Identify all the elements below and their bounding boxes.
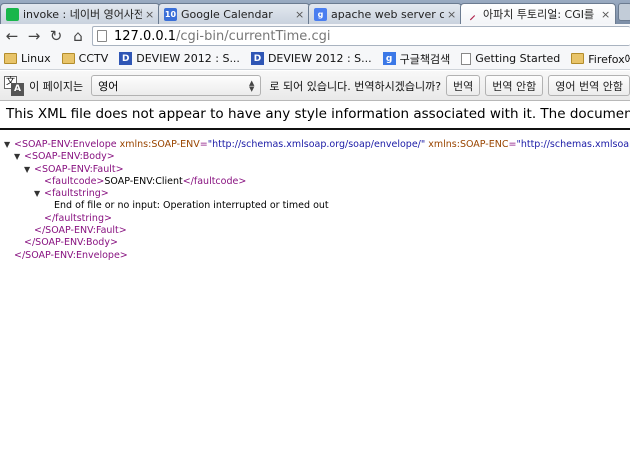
select-arrows-icon: ▲ ▼ [249,78,255,93]
folder-icon [61,53,75,64]
forward-arrow-icon[interactable]: → [23,26,45,46]
tab-google-search[interactable]: g apache web server cgi - G × [308,3,462,24]
xml-line-envelope-open: ▼ <SOAP-ENV:Envelope xmlns:SOAP-ENV="http… [4,139,630,151]
collapse-triangle-icon[interactable]: ▼ [4,139,14,151]
bookmark-label: DEVIEW 2012 : S... [136,52,240,65]
deview-icon: D [250,52,264,65]
navigation-toolbar: ← → ↻ ⌂ 127.0.0.1 /cgi-bin/currentTime.c… [0,24,630,48]
bookmark-linux[interactable]: Linux [0,52,58,65]
divider [0,128,630,130]
xml-tag: <SOAP-ENV:Body> [24,151,115,163]
translate-icon-front: A [11,82,24,96]
home-icon[interactable]: ⌂ [67,26,89,46]
tab-apache-tutorial[interactable]: ⸝ 아파치 투토리얼: CGI를 사용 × [460,3,616,24]
xml-line-faultcode: <faultcode>SOAP-ENV:Client</faultcode> [4,176,630,188]
bookmark-label: Firefox에서 가져... [588,52,630,66]
address-bar[interactable]: 127.0.0.1 /cgi-bin/currentTime.cgi [92,26,630,46]
bookmark-label: Getting Started [475,52,561,65]
xml-tag: <faultstring> [44,188,109,200]
xml-tag: <SOAP-ENV:Envelope [14,139,117,150]
tab-label: 아파치 투토리얼: CGI를 사용 [483,8,598,21]
collapse-triangle-icon[interactable]: ▼ [24,164,34,176]
reload-icon[interactable]: ↻ [45,26,67,46]
bookmarks-bar: Linux CCTV D DEVIEW 2012 : S... D DEVIEW… [0,48,630,70]
xml-attr-name: xmlns:SOAP-ENV [119,139,200,150]
xml-tag: </SOAP-ENV:Envelope> [14,249,128,261]
xml-line-fault-open: ▼ <SOAP-ENV:Fault> [4,164,630,176]
bookmark-deview-2[interactable]: D DEVIEW 2012 : S... [247,52,379,65]
xml-text: SOAP-ENV:Client [104,175,183,187]
xml-line-faultstring-open: ▼ <faultstring> [4,188,630,200]
bookmark-label: CCTV [78,52,109,65]
new-tab-button[interactable] [618,3,630,21]
close-icon[interactable]: × [145,9,155,20]
bookmark-label: Linux [21,52,51,65]
language-select[interactable]: 영어 ▲ ▼ [91,75,262,96]
xml-tag: </SOAP-ENV:Fault> [34,225,127,237]
close-icon[interactable]: × [601,9,611,20]
close-icon[interactable]: × [447,9,457,20]
xml-equals: = [199,139,208,150]
xml-line-envelope-close: </SOAP-ENV:Envelope> [4,250,630,262]
xml-tag: <faultcode> [44,175,105,187]
xml-tree: ▼ <SOAP-ENV:Envelope xmlns:SOAP-ENV="http… [4,139,630,262]
calendar-icon: 10 [164,7,177,21]
back-arrow-icon[interactable]: ← [1,26,23,46]
collapse-triangle-icon[interactable]: ▼ [14,151,24,163]
tab-strip: invoke : 네이버 영어사전 × 10 Google Calendar ×… [0,0,630,24]
url-path: /cgi-bin/currentTime.cgi [176,28,331,44]
tab-label: invoke : 네이버 영어사전 [23,8,142,21]
folder-icon [571,53,585,64]
infobar-suffix: 로 되어 있습니다. 번역하시겠습니까? [269,79,442,93]
url-host: 127.0.0.1 [114,28,177,44]
xml-tag: <SOAP-ENV:Fault> [34,163,124,175]
folder-icon [4,53,17,64]
language-select-value: 영어 [98,79,119,93]
bookmark-google-books[interactable]: g 구글책검색 [379,51,458,67]
apache-feather-icon: ⸝ [469,7,476,22]
xml-line-faultstring-text: End of file or no input: Operation inter… [4,200,630,212]
tab-naver-dictionary[interactable]: invoke : 네이버 영어사전 × [0,3,160,24]
xml-attr-name: xmlns:SOAP-ENC [428,139,509,150]
infobar-prefix: 이 페이지는 [29,79,84,93]
tab-label: apache web server cgi - G [331,7,444,21]
page-content: This XML file does not appear to have an… [0,102,630,472]
xml-text: End of file or no input: Operation inter… [54,200,329,212]
bookmark-label: DEVIEW 2012 : S... [267,52,372,65]
xml-attr-value: "http://schemas.xmlsoap.org/soap/encodin… [516,139,630,150]
close-icon[interactable]: × [295,9,305,20]
bookmark-cctv[interactable]: CCTV [58,52,116,65]
translate-infobar: 文 A 이 페이지는 영어 ▲ ▼ 로 되어 있습니다. 번역하시겠습니까? 번역… [0,71,630,101]
translate-button[interactable]: 번역 [446,75,481,96]
xml-style-notice: This XML file does not appear to have an… [6,106,630,122]
collapse-triangle-icon[interactable]: ▼ [34,188,44,200]
translate-icon: 文 A [4,75,24,96]
bookmark-label: 구글책검색 [399,52,451,66]
xml-tag: </SOAP-ENV:Body> [24,237,118,249]
page-icon [97,30,107,42]
xml-line-fault-close: </SOAP-ENV:Fault> [4,225,630,237]
xml-tag: </faultcode> [182,175,247,187]
bookmark-deview-1[interactable]: D DEVIEW 2012 : S... [115,52,247,65]
no-translate-button[interactable]: 번역 안함 [485,75,544,96]
naver-icon [6,7,19,21]
bookmark-getting-started[interactable]: Getting Started [457,52,567,65]
tab-label: Google Calendar [181,7,273,21]
xml-line-faultstring-close: </faultstring> [4,213,630,225]
tab-google-calendar[interactable]: 10 Google Calendar × [158,3,310,24]
deview-icon: D [119,52,133,65]
google-icon: g [314,7,327,21]
bookmark-firefox-import[interactable]: Firefox에서 가져... [567,51,630,67]
xml-line-body-open: ▼ <SOAP-ENV:Body> [4,151,630,163]
xml-line-body-close: </SOAP-ENV:Body> [4,237,630,249]
xml-tag: </faultstring> [44,212,112,224]
google-icon: g [382,52,396,65]
page-icon [461,52,472,65]
xml-attr-value: "http://schemas.xmlsoap.org/soap/envelop… [207,139,426,150]
never-translate-english-button[interactable]: 영어 번역 안함 [548,75,630,96]
